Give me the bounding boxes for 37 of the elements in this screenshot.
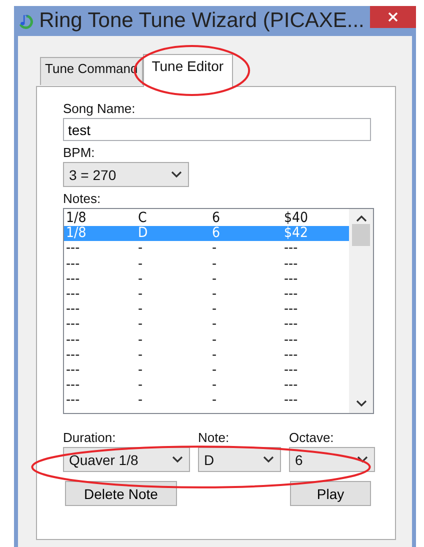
list-row[interactable]: --- - - --- bbox=[64, 272, 349, 287]
field-label: Song Name: bbox=[63, 101, 136, 116]
chevron-down-icon bbox=[263, 456, 274, 463]
field-label: Octave: bbox=[289, 430, 335, 445]
list-row[interactable]: 1/8 C 6 $40 bbox=[64, 211, 349, 226]
dropdown[interactable]: 6 bbox=[289, 447, 375, 472]
list-row[interactable]: --- - - --- bbox=[64, 348, 349, 363]
bpm-dropdown[interactable]: 3 = 270 bbox=[63, 162, 189, 187]
list-row[interactable]: --- - - --- bbox=[64, 317, 349, 332]
list-row[interactable]: --- - - --- bbox=[64, 241, 349, 257]
play-button[interactable]: Play bbox=[290, 481, 371, 506]
list-row[interactable]: --- - - --- bbox=[64, 286, 349, 302]
list-row[interactable]: --- - - --- bbox=[64, 362, 349, 378]
song-name-field[interactable]: test bbox=[63, 118, 371, 141]
close-button[interactable] bbox=[370, 6, 416, 28]
dropdown[interactable]: D bbox=[198, 447, 281, 472]
chevron-down-icon bbox=[356, 400, 366, 407]
scrollbar[interactable] bbox=[349, 209, 373, 413]
window-title: Ring Tone Tune Wizard (PICAXE... bbox=[39, 9, 364, 33]
list-row[interactable]: --- - - --- bbox=[64, 302, 349, 318]
chevron-down-icon bbox=[171, 171, 182, 178]
list-row[interactable]: --- - - --- bbox=[64, 256, 349, 272]
chevron-down-icon bbox=[172, 456, 183, 463]
list-row[interactable]: --- - - --- bbox=[64, 332, 349, 348]
chevron-up-icon bbox=[356, 215, 366, 222]
chevron-down-icon bbox=[357, 456, 368, 463]
field-label: Duration: bbox=[63, 430, 117, 445]
tab[interactable]: Tune Editor bbox=[142, 54, 233, 87]
list-row[interactable]: --- - - --- bbox=[64, 378, 349, 394]
field-label: Notes: bbox=[63, 191, 102, 206]
field-label: BPM: bbox=[63, 145, 96, 160]
list-row[interactable]: --- - - --- bbox=[64, 393, 349, 408]
dropdown[interactable]: Quaver 1/8 bbox=[63, 447, 190, 472]
close-icon bbox=[388, 12, 398, 22]
scrollbar-thumb[interactable] bbox=[352, 224, 370, 246]
field-label: Note: bbox=[198, 430, 230, 445]
delete-note-button[interactable]: Delete Note bbox=[65, 481, 177, 506]
